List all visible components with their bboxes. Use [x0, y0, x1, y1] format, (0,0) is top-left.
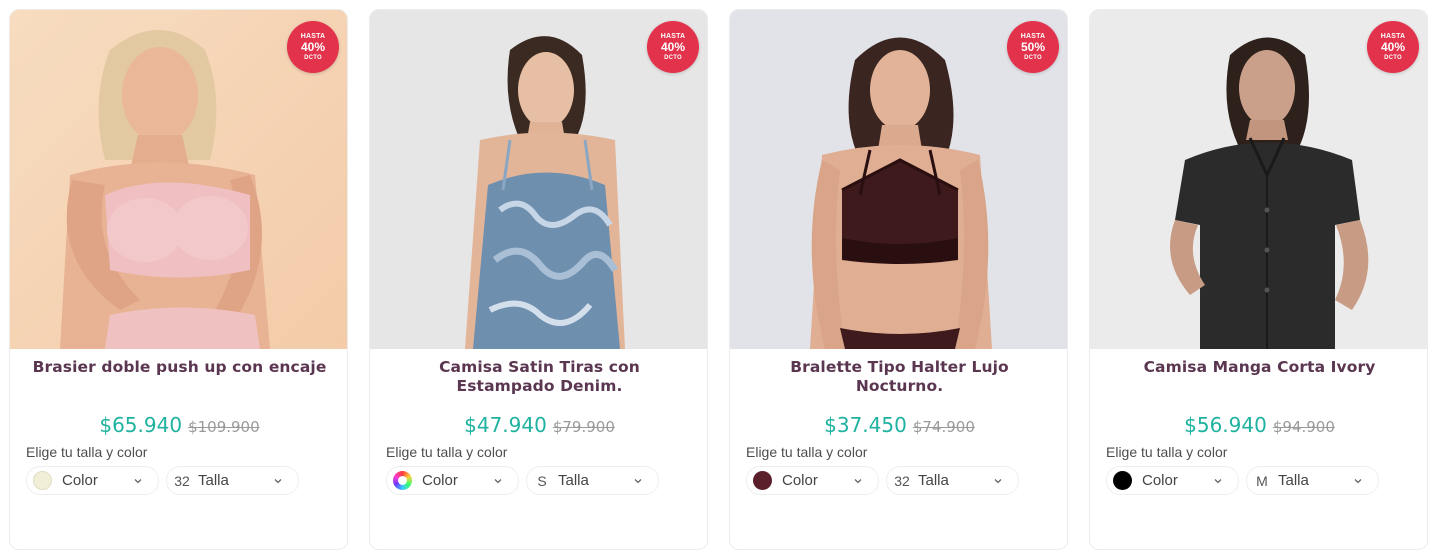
- picker-label: Elige tu talla y color: [26, 444, 148, 460]
- product-info: Camisa Manga Corta Ivory $56.940 $94.900 …: [1090, 349, 1427, 549]
- size-select[interactable]: M Talla: [1246, 466, 1379, 495]
- price-row: $65.940 $109.900: [10, 413, 347, 437]
- size-select[interactable]: S Talla: [526, 466, 659, 495]
- size-select[interactable]: 32 Talla: [886, 466, 1019, 495]
- product-title[interactable]: Camisa Manga Corta Ivory: [1110, 358, 1409, 377]
- picker-label: Elige tu talla y color: [386, 444, 508, 460]
- badge-text-bottom: DCTO: [304, 54, 322, 61]
- product-card[interactable]: HASTA 40% DCTO Camisa Satin Tiras con Es…: [369, 9, 708, 550]
- product-title[interactable]: Brasier doble push up con encaje: [30, 358, 329, 377]
- badge-percent: 40%: [1380, 39, 1406, 54]
- picker-label: Elige tu talla y color: [746, 444, 868, 460]
- color-select[interactable]: Color: [746, 466, 879, 495]
- badge-percent: 40%: [300, 39, 326, 54]
- size-select-label: Talla: [1278, 472, 1309, 489]
- size-select[interactable]: 32 Talla: [166, 466, 299, 495]
- original-price: $94.900: [1272, 418, 1335, 436]
- price-row: $56.940 $94.900: [1090, 413, 1427, 437]
- price-row: $47.940 $79.900: [370, 413, 707, 437]
- sale-price: $56.940: [1184, 413, 1267, 437]
- product-image[interactable]: HASTA 40% DCTO: [1090, 10, 1427, 349]
- badge-percent: 50%: [1020, 39, 1046, 54]
- sale-price: $47.940: [464, 413, 547, 437]
- product-image[interactable]: HASTA 40% DCTO: [10, 10, 347, 349]
- product-info: Bralette Tipo Halter Lujo Nocturno. $37.…: [730, 349, 1067, 549]
- badge-text-bottom: DCTO: [1384, 54, 1402, 61]
- product-title[interactable]: Bralette Tipo Halter Lujo Nocturno.: [750, 358, 1049, 396]
- size-code: S: [537, 472, 547, 489]
- color-swatch: [753, 471, 772, 490]
- size-code: 32: [894, 472, 910, 489]
- product-title[interactable]: Camisa Satin Tiras con Estampado Denim.: [390, 358, 689, 396]
- product-image[interactable]: HASTA 40% DCTO: [370, 10, 707, 349]
- color-swatch: [1113, 471, 1132, 490]
- color-select-label: Color: [422, 472, 458, 489]
- price-row: $37.450 $74.900: [730, 413, 1067, 437]
- chevron-down-icon: [274, 479, 282, 484]
- discount-badge: HASTA 40% DCTO: [287, 21, 339, 73]
- color-select[interactable]: Color: [26, 466, 159, 495]
- product-card[interactable]: HASTA 40% DCTO Camisa Manga Corta Ivory …: [1089, 9, 1428, 550]
- badge-text-bottom: DCTO: [664, 54, 682, 61]
- original-price: $74.900: [912, 418, 975, 436]
- picker-label: Elige tu talla y color: [1106, 444, 1228, 460]
- color-select[interactable]: Color: [386, 466, 519, 495]
- chevron-down-icon: [1354, 479, 1362, 484]
- discount-badge: HASTA 40% DCTO: [1367, 21, 1419, 73]
- multicolor-swatch: [393, 471, 412, 490]
- size-select-label: Talla: [558, 472, 589, 489]
- product-grid: HASTA 40% DCTO Brasier doble push up con…: [9, 9, 1429, 551]
- chevron-down-icon: [854, 479, 862, 484]
- product-info: Brasier doble push up con encaje $65.940…: [10, 349, 347, 549]
- color-select-label: Color: [782, 472, 818, 489]
- badge-percent: 40%: [660, 39, 686, 54]
- chevron-down-icon: [494, 479, 502, 484]
- size-select-label: Talla: [198, 472, 229, 489]
- size-select-label: Talla: [918, 472, 949, 489]
- product-card[interactable]: HASTA 50% DCTO Bralette Tipo Halter Lujo…: [729, 9, 1068, 550]
- color-select[interactable]: Color: [1106, 466, 1239, 495]
- size-code: M: [1256, 472, 1268, 489]
- product-info: Camisa Satin Tiras con Estampado Denim. …: [370, 349, 707, 549]
- original-price: $79.900: [552, 418, 615, 436]
- chevron-down-icon: [634, 479, 642, 484]
- chevron-down-icon: [994, 479, 1002, 484]
- badge-text-bottom: DCTO: [1024, 54, 1042, 61]
- discount-badge: HASTA 50% DCTO: [1007, 21, 1059, 73]
- product-image[interactable]: HASTA 50% DCTO: [730, 10, 1067, 349]
- size-code: 32: [174, 472, 190, 489]
- chevron-down-icon: [134, 479, 142, 484]
- original-price: $109.900: [188, 418, 260, 436]
- color-select-label: Color: [1142, 472, 1178, 489]
- sale-price: $37.450: [824, 413, 907, 437]
- color-select-label: Color: [62, 472, 98, 489]
- product-card[interactable]: HASTA 40% DCTO Brasier doble push up con…: [9, 9, 348, 550]
- chevron-down-icon: [1214, 479, 1222, 484]
- sale-price: $65.940: [99, 413, 183, 437]
- color-swatch: [33, 471, 52, 490]
- discount-badge: HASTA 40% DCTO: [647, 21, 699, 73]
